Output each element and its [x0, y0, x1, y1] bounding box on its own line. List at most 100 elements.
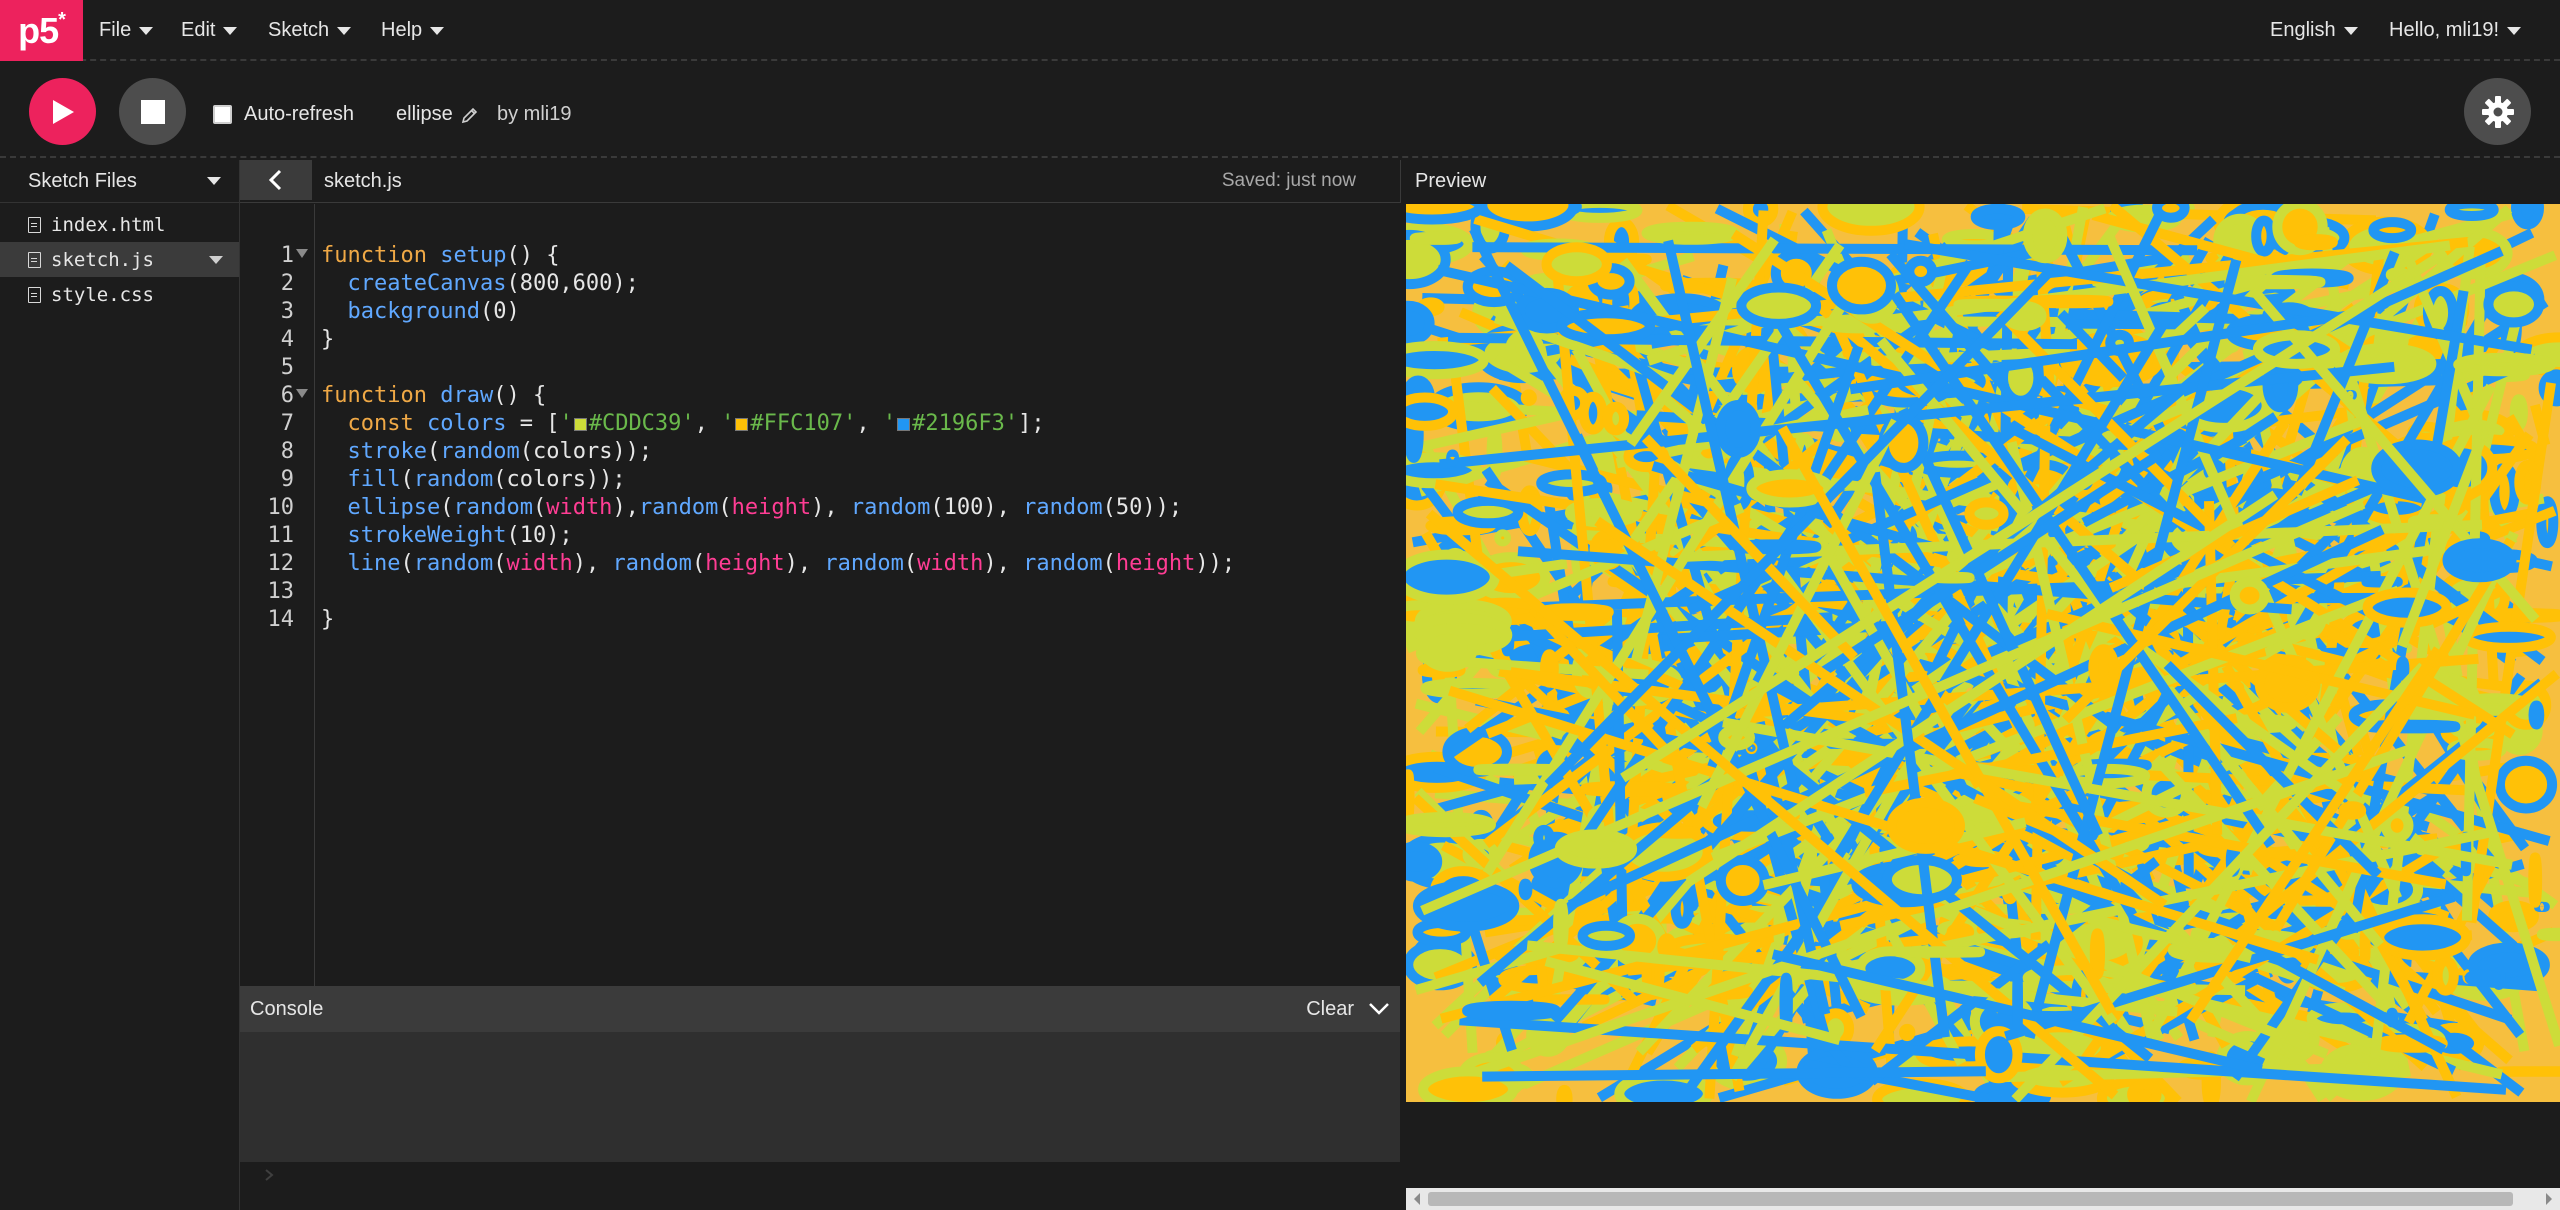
code-token: random [453, 495, 533, 520]
fold-arrow-icon[interactable] [296, 249, 308, 258]
menu-file-label: File [99, 19, 132, 41]
top-nav: p5 * File Edit Sketch Help English Hello,… [0, 0, 2560, 61]
settings-button[interactable] [2464, 78, 2531, 145]
code-token: width [506, 551, 573, 576]
code-token: height [731, 495, 812, 520]
code-token: height [705, 551, 785, 576]
code-token: createCanvas [347, 271, 507, 296]
code-token: colors [426, 411, 507, 436]
console-output [240, 1032, 1400, 1162]
sketch-files-title: Sketch Files [28, 169, 137, 192]
console-clear-button[interactable]: Clear [1306, 998, 1354, 1021]
sketch-files-sidebar: Sketch Files index.html sketch.js style.… [0, 160, 240, 1210]
chevron-down-icon [430, 26, 445, 35]
menu-sketch[interactable]: Sketch [268, 0, 352, 61]
line-number: 5 [280, 355, 294, 380]
code-token: random [850, 495, 931, 520]
line-number: 13 [267, 579, 295, 604]
file-name: sketch.js [51, 248, 154, 271]
menu-edit[interactable]: Edit [181, 0, 238, 61]
code-token: function [321, 243, 427, 268]
chevron-down-icon [2507, 26, 2522, 35]
code-token: width [917, 551, 984, 576]
code-token: draw [440, 383, 494, 408]
line-number: 2 [280, 271, 294, 296]
sketch-owner: by mli19 [497, 103, 572, 125]
code-token: #2196F3 [912, 411, 1005, 436]
sketch-name-label: ellipse [396, 103, 453, 125]
code-token: width [546, 495, 613, 520]
line-number: 11 [267, 523, 295, 548]
code-token: line [347, 551, 401, 576]
code-token: random [413, 467, 494, 492]
user-menu[interactable]: Hello, mli19! [2389, 0, 2522, 61]
code-line-1[interactable]: function setup() { [321, 242, 559, 270]
stop-button[interactable] [119, 78, 186, 145]
auto-refresh-checkbox[interactable] [213, 105, 232, 124]
code-line-10[interactable]: ellipse(random(width),random(height), ra… [321, 494, 1183, 522]
gear-icon [2481, 95, 2514, 128]
code-token: background [347, 299, 480, 324]
code-token: fill [347, 467, 401, 492]
p5-logo[interactable]: p5 * [0, 0, 83, 61]
preview-horizontal-scrollbar[interactable] [1406, 1188, 2560, 1210]
color-swatch [897, 417, 911, 431]
file-item-index-html[interactable]: index.html [0, 207, 239, 242]
preview-title: Preview [1415, 170, 1487, 192]
logo-text: p5 [18, 9, 59, 51]
menu-help[interactable]: Help [381, 0, 445, 61]
file-icon [28, 251, 41, 268]
code-token: random [440, 439, 520, 464]
sketch-name[interactable]: ellipse [396, 103, 479, 126]
line-number: 9 [280, 467, 294, 492]
scroll-right-arrow-icon[interactable] [2544, 1192, 2554, 1206]
code-token: stroke [347, 439, 427, 464]
code-line-7[interactable]: const colors = [' #CDDC39', ' #FFC107', ' #… [321, 410, 1045, 438]
code-token: random [824, 551, 904, 576]
auto-refresh-label: Auto-refresh [244, 103, 355, 125]
code-line-4[interactable]: } [321, 326, 334, 354]
scrollbar-thumb[interactable] [1428, 1192, 2513, 1206]
menu-sketch-label: Sketch [268, 19, 330, 41]
sketch-canvas[interactable] [1406, 204, 2560, 1102]
console-input[interactable] [240, 1162, 1400, 1210]
code-line-14[interactable]: } [321, 606, 334, 634]
file-options-chevron-icon[interactable] [209, 256, 223, 264]
auto-refresh-toggle[interactable]: Auto-refresh [213, 103, 354, 126]
sketch-files-header[interactable]: Sketch Files [0, 160, 239, 203]
editor-file-tab[interactable]: sketch.js [324, 170, 402, 193]
code-line-2[interactable]: createCanvas(800,600); [321, 270, 639, 298]
play-icon [52, 99, 74, 124]
code-line-11[interactable]: strokeWeight(10); [321, 522, 573, 550]
menu-file[interactable]: File [99, 0, 154, 61]
language-menu[interactable]: English [2270, 0, 2358, 61]
code-line-3[interactable]: background(0) [321, 298, 520, 326]
code-line-12[interactable]: line(random(width), random(height), rand… [321, 550, 1236, 578]
collapse-sidebar-button[interactable] [240, 160, 312, 200]
code-line-9[interactable]: fill(random(colors)); [321, 466, 626, 494]
chevron-down-icon [337, 26, 352, 35]
line-number: 8 [280, 439, 294, 464]
preview-frame[interactable] [1406, 204, 2560, 1102]
pencil-icon[interactable] [461, 106, 479, 124]
code-line-8[interactable]: stroke(random(colors)); [321, 438, 653, 466]
code-line-6[interactable]: function draw() { [321, 382, 546, 410]
file-item-sketch-js[interactable]: sketch.js [0, 242, 239, 277]
file-icon [28, 286, 41, 303]
code-token: random [1023, 551, 1103, 576]
scroll-left-arrow-icon[interactable] [1412, 1192, 1422, 1206]
code-token: random [413, 551, 494, 576]
console-title: Console [250, 997, 324, 1020]
file-name: style.css [51, 283, 154, 306]
file-icon [28, 216, 41, 233]
chevron-down-icon[interactable] [1368, 1002, 1390, 1016]
editor-header: sketch.js Saved: just now [240, 160, 1400, 203]
file-item-style-css[interactable]: style.css [0, 277, 239, 312]
code-editor[interactable]: function setup() { createCanvas(800,600)… [315, 204, 1400, 986]
play-button[interactable] [29, 78, 96, 145]
line-number-gutter: 1 2 3 4 5 6 7 8 9 10 11 12 13 14 [240, 204, 315, 986]
code-token: setup [440, 243, 507, 268]
fold-arrow-icon[interactable] [296, 389, 308, 398]
chevron-down-icon[interactable] [207, 177, 221, 185]
line-number: 1 [280, 243, 294, 268]
